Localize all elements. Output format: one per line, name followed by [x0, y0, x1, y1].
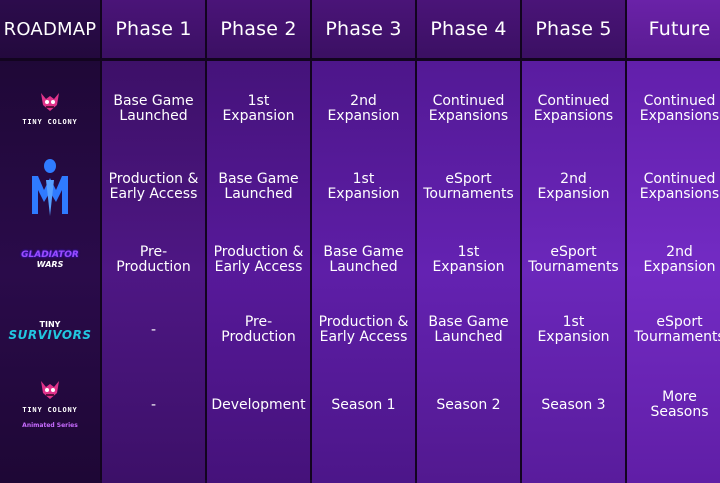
- roadmap-cell: Base Game Launched: [218, 171, 299, 202]
- roadmap-board: ROADMAP Phase 1 Phase 2 Phase 3 Phase 4 …: [0, 0, 720, 483]
- roadmap-cell: eSport Tournaments: [528, 244, 619, 275]
- tiny-colony-animated-wordmark: TINY COLONY: [22, 406, 78, 414]
- roadmap-cell: -: [150, 396, 157, 413]
- tiny-colony-animated-logo: TINY COLONY Animated Series: [0, 365, 100, 445]
- roadmap-cell: Pre- Production: [221, 314, 296, 345]
- roadmap-cell: -: [150, 321, 157, 338]
- roadmap-cell: 2nd Expansion: [643, 244, 716, 275]
- phase-3-header: Phase 3: [312, 0, 415, 58]
- phase-1-header: Phase 1: [102, 0, 205, 58]
- roadmap-cell: 1st Expansion: [222, 93, 295, 124]
- game-logo-column: TINY COLONY GLADIATOR WARS TINY SURVIVOR…: [0, 61, 100, 483]
- roadmap-cell: 2nd Expansion: [327, 93, 400, 124]
- roadmap-cell: 1st Expansion: [432, 244, 505, 275]
- roadmap-cell: Production & Early Access: [318, 314, 409, 345]
- roadmap-cell: eSport Tournaments: [423, 171, 514, 202]
- roadmap-cell: More Seasons: [650, 389, 709, 420]
- phase-4-column: Continued Expansions eSport Tournaments …: [417, 61, 520, 483]
- roadmap-cell: Base Game Launched: [428, 314, 509, 345]
- mm-logo-icon: [32, 159, 68, 216]
- tiny-colony-icon: [41, 92, 59, 111]
- roadmap-cell: 1st Expansion: [327, 171, 400, 202]
- roadmap-cell: Continued Expansions: [639, 93, 720, 124]
- roadmap-cell: Continued Expansions: [639, 171, 720, 202]
- mm-logo: [0, 149, 100, 225]
- tiny-survivors-wordmark-sub: SURVIVORS: [8, 327, 92, 342]
- roadmap-title: ROADMAP: [0, 0, 100, 58]
- roadmap-cell: Pre- Production: [116, 244, 191, 275]
- phase-2-header: Phase 2: [207, 0, 310, 58]
- animated-series-label: Animated Series: [22, 422, 78, 429]
- phase-4-header: Phase 4: [417, 0, 520, 58]
- roadmap-cell: 1st Expansion: [537, 314, 610, 345]
- future-header: Future: [627, 0, 720, 58]
- roadmap-cell: Development: [211, 396, 306, 413]
- roadmap-cell: Base Game Launched: [323, 244, 404, 275]
- phase-2-column: 1st Expansion Base Game Launched Product…: [207, 61, 310, 483]
- roadmap-cell: Season 1: [331, 396, 396, 413]
- tiny-colony-animated-icon: [41, 381, 59, 399]
- roadmap-cell: Continued Expansions: [533, 93, 614, 124]
- roadmap-cell: eSport Tournaments: [634, 314, 720, 345]
- roadmap-cell: Season 3: [541, 396, 606, 413]
- roadmap-cell: Season 2: [436, 396, 501, 413]
- roadmap-cell: Production & Early Access: [108, 171, 199, 202]
- gladiator-wars-wordmark-sub: WARS: [36, 260, 64, 269]
- tiny-survivors-logo: TINY SURVIVORS: [0, 295, 100, 365]
- future-column: Continued Expansions Continued Expansion…: [627, 61, 720, 483]
- gladiator-wars-wordmark: GLADIATOR: [21, 250, 79, 260]
- tiny-colony-logo: TINY COLONY: [0, 69, 100, 149]
- tiny-colony-wordmark: TINY COLONY: [22, 117, 78, 126]
- phase-5-column: Continued Expansions 2nd Expansion eSpor…: [522, 61, 625, 483]
- gladiator-wars-logo: GLADIATOR WARS: [0, 225, 100, 295]
- roadmap-cell: 2nd Expansion: [537, 171, 610, 202]
- phase-3-column: 2nd Expansion 1st Expansion Base Game La…: [312, 61, 415, 483]
- roadmap-cell: Continued Expansions: [428, 93, 509, 124]
- phase-5-header: Phase 5: [522, 0, 625, 58]
- phase-1-column: Base Game Launched Production & Early Ac…: [102, 61, 205, 483]
- roadmap-cell: Base Game Launched: [113, 93, 194, 124]
- roadmap-cell: Production & Early Access: [213, 244, 304, 275]
